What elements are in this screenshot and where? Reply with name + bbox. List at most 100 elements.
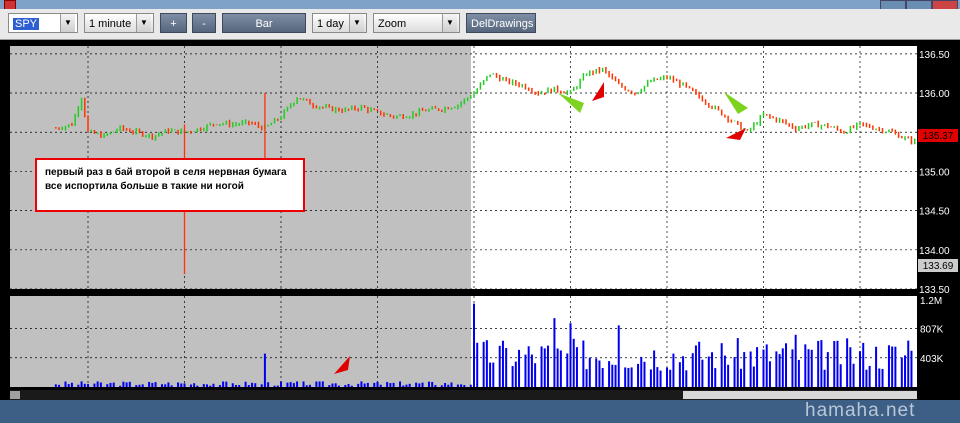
volume-bar bbox=[164, 384, 167, 387]
volume-bar bbox=[379, 384, 382, 387]
volume-bar bbox=[125, 382, 128, 387]
volume-bar bbox=[485, 340, 488, 387]
volume-bar bbox=[669, 369, 672, 387]
volume-bar bbox=[752, 366, 755, 387]
volume-bar bbox=[366, 382, 369, 387]
volume-bar bbox=[682, 356, 685, 387]
volume-bar bbox=[617, 325, 620, 387]
watermark: hamaha.net bbox=[805, 400, 916, 421]
volume-bar bbox=[492, 362, 495, 387]
chevron-down-icon[interactable]: ▼ bbox=[60, 14, 75, 32]
volume-bar bbox=[141, 384, 144, 387]
volume-bar bbox=[373, 382, 376, 387]
volume-bar bbox=[556, 348, 559, 387]
volume-bar bbox=[572, 338, 575, 387]
volume-bar bbox=[260, 384, 263, 387]
zoom-out-button[interactable]: - bbox=[192, 13, 216, 33]
volume-bar bbox=[328, 385, 331, 387]
volume-bar bbox=[849, 347, 852, 387]
volume-bar bbox=[170, 385, 173, 387]
volume-bar bbox=[460, 384, 463, 387]
volume-bar bbox=[202, 384, 205, 387]
volume-bar bbox=[817, 340, 820, 387]
zoom-in-button[interactable]: + bbox=[160, 13, 187, 33]
volume-bar bbox=[698, 341, 701, 387]
chevron-down-icon[interactable]: ▼ bbox=[349, 14, 364, 32]
volume-bar bbox=[321, 381, 324, 387]
volume-bar bbox=[254, 383, 257, 387]
volume-bar bbox=[875, 346, 878, 387]
volume-bar bbox=[624, 367, 627, 387]
volume-bar bbox=[334, 383, 337, 387]
volume-bar bbox=[109, 382, 112, 387]
volume-bar bbox=[357, 383, 360, 387]
volume-bar bbox=[344, 384, 347, 387]
volume-bar bbox=[820, 340, 823, 387]
volume-bar bbox=[286, 382, 289, 387]
volume-bar bbox=[637, 363, 640, 387]
volume-bar bbox=[640, 356, 643, 387]
volume-bar bbox=[225, 381, 228, 387]
trade-note-line-1: первый раз в бай второй в селя нервная б… bbox=[45, 167, 287, 178]
volume-bar bbox=[794, 334, 797, 387]
volume-bar bbox=[630, 367, 633, 387]
volume-bar bbox=[723, 355, 726, 387]
volume-bar bbox=[128, 381, 131, 387]
volume-bar bbox=[402, 385, 405, 387]
volume-bar bbox=[878, 368, 881, 387]
del-drawings-button[interactable]: DelDrawings bbox=[466, 13, 536, 33]
volume-bar bbox=[749, 351, 752, 387]
volume-bar bbox=[810, 349, 813, 387]
interval-select[interactable]: 1 minute ▼ bbox=[84, 13, 154, 33]
volume-bar bbox=[865, 369, 868, 387]
volume-bar bbox=[727, 364, 730, 387]
chevron-down-icon[interactable]: ▼ bbox=[442, 14, 457, 32]
scrollbar-thumb bbox=[683, 391, 917, 399]
volume-bar bbox=[804, 344, 807, 387]
volume-bar bbox=[868, 365, 871, 387]
price-tick-label-3: 135.00 bbox=[919, 167, 950, 178]
volume-bar bbox=[189, 384, 192, 387]
volume-bar bbox=[209, 385, 212, 387]
volume-bar bbox=[736, 338, 739, 387]
chart-type-button[interactable]: Bar bbox=[222, 13, 306, 33]
volume-bar bbox=[212, 383, 215, 387]
volume-bar bbox=[839, 364, 842, 387]
price-volume-chart[interactable]: 136.50136.00135.50135.00134.50134.00133.… bbox=[0, 40, 960, 400]
toolbar: SPY ▼ 1 minute ▼ + - Bar 1 day ▼ Zoom ▼ … bbox=[0, 9, 960, 40]
volume-bar bbox=[418, 383, 421, 387]
volume-bar bbox=[907, 340, 910, 387]
period-select[interactable]: 1 day ▼ bbox=[312, 13, 367, 33]
volume-bar bbox=[836, 340, 839, 387]
volume-bar bbox=[720, 343, 723, 387]
volume-bar bbox=[656, 367, 659, 387]
volume-bar bbox=[415, 382, 418, 387]
volume-bar bbox=[337, 385, 340, 387]
volume-bar bbox=[530, 354, 533, 387]
chevron-down-icon[interactable]: ▼ bbox=[136, 14, 151, 32]
volume-bar bbox=[527, 346, 530, 387]
symbol-select[interactable]: SPY ▼ bbox=[8, 13, 78, 33]
volume-bar bbox=[846, 338, 849, 387]
volume-bar bbox=[469, 384, 472, 387]
title-bar bbox=[0, 0, 960, 11]
volume-bar bbox=[881, 368, 884, 387]
volume-bar bbox=[852, 363, 855, 387]
volume-bar bbox=[653, 350, 656, 387]
volume-bar bbox=[77, 384, 80, 387]
interval-value: 1 minute bbox=[89, 18, 132, 30]
volume-bar bbox=[862, 342, 865, 387]
volume-bar bbox=[427, 381, 430, 387]
volume-bar bbox=[280, 381, 282, 387]
volume-bar bbox=[498, 345, 501, 387]
zoom-mode-select[interactable]: Zoom ▼ bbox=[373, 13, 460, 33]
volume-bar bbox=[196, 385, 199, 387]
volume-bar bbox=[643, 361, 646, 387]
volume-bar bbox=[694, 345, 697, 387]
volume-bar bbox=[781, 348, 784, 387]
volume-bar bbox=[151, 382, 154, 387]
volume-bar bbox=[456, 384, 459, 387]
volume-bar bbox=[904, 355, 907, 387]
volume-bar bbox=[666, 367, 668, 387]
volume-bar bbox=[119, 385, 122, 387]
